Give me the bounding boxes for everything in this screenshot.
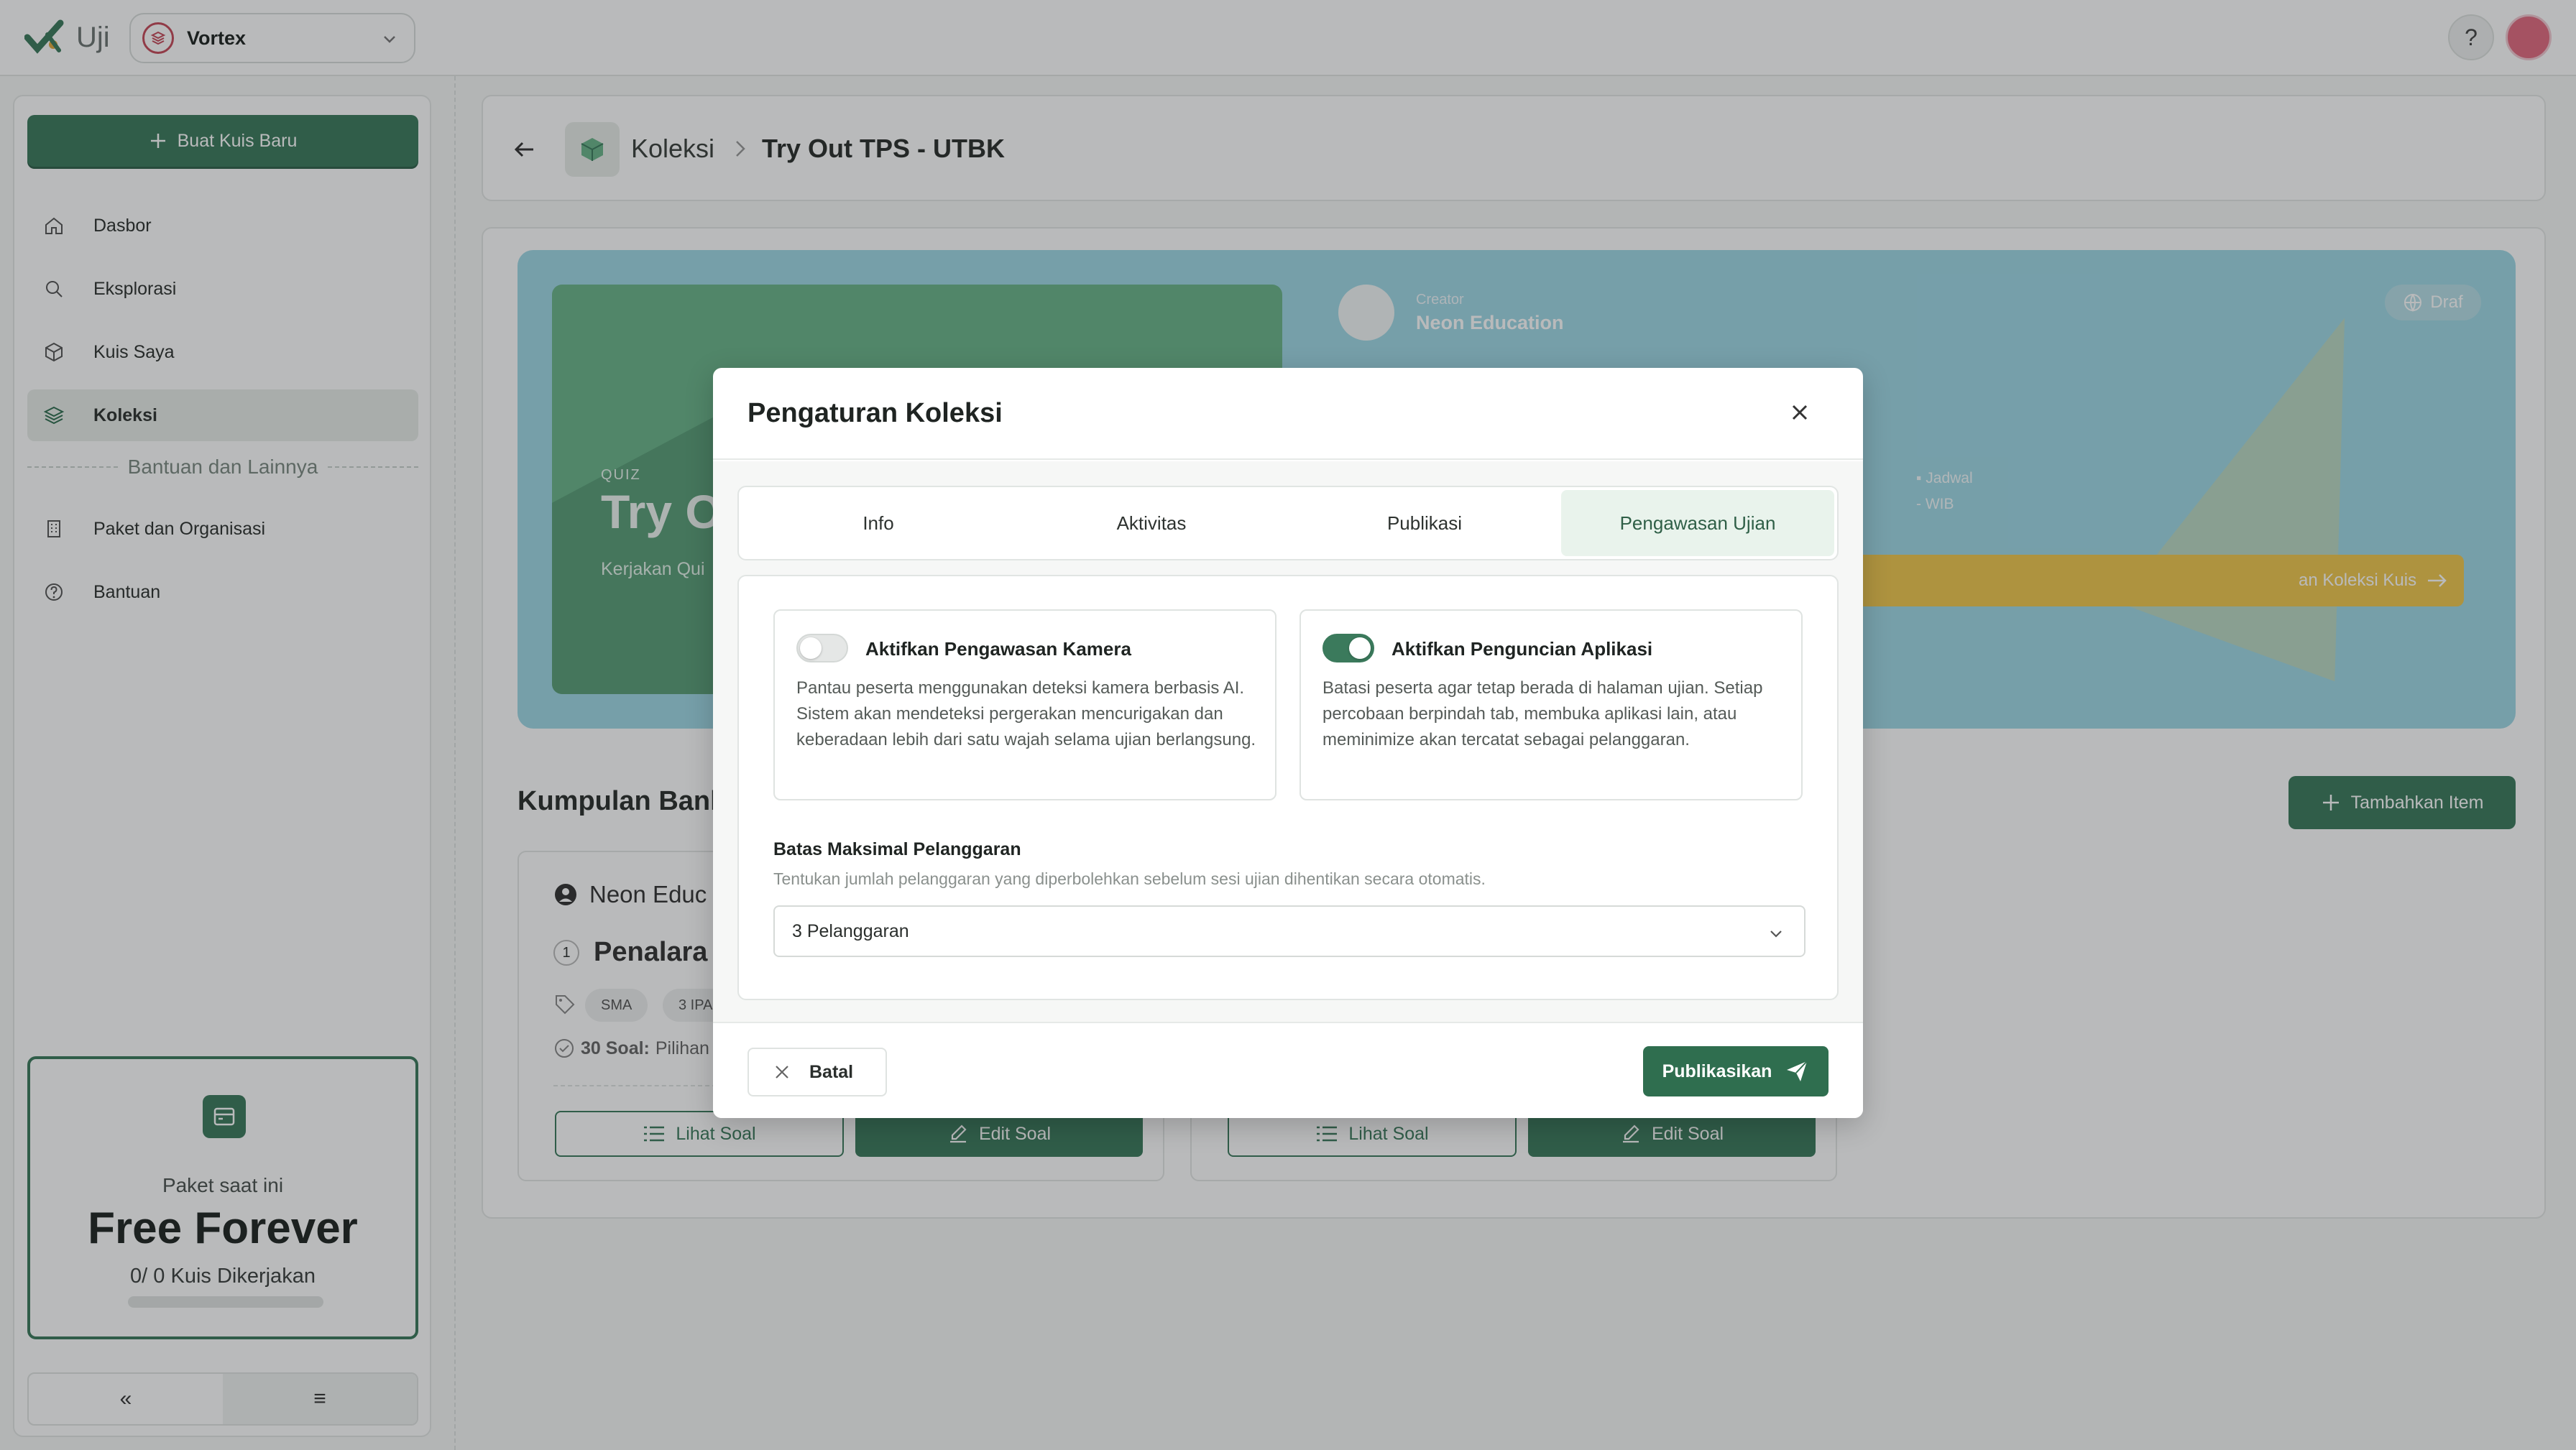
- violation-limit-value: 3 Pelanggaran: [792, 920, 909, 941]
- camera-monitoring-desc: Pantau peserta menggunakan deteksi kamer…: [796, 678, 1256, 749]
- publish-button[interactable]: Publikasikan: [1643, 1046, 1828, 1096]
- violation-limit-help: Tentukan jumlah pelanggaran yang diperbo…: [773, 869, 1486, 888]
- close-button[interactable]: [1784, 397, 1816, 428]
- proctoring-panel: Aktifkan Pengawasan Kamera Pantau pesert…: [737, 575, 1839, 1000]
- publish-label: Publikasikan: [1662, 1061, 1772, 1081]
- tab-aktivitas[interactable]: Aktivitas: [1015, 490, 1288, 556]
- camera-monitoring-title: Aktifkan Pengawasan Kamera: [865, 638, 1131, 660]
- modal-header: Pengaturan Koleksi: [713, 368, 1863, 460]
- tab-info[interactable]: Info: [742, 490, 1015, 556]
- camera-monitoring-option: Aktifkan Pengawasan Kamera Pantau pesert…: [773, 609, 1276, 800]
- camera-monitoring-toggle[interactable]: [796, 634, 848, 662]
- app-lock-desc: Batasi peserta agar tetap berada di hala…: [1322, 678, 1763, 749]
- modal-body: Info Aktivitas Publikasi Pengawasan Ujia…: [713, 461, 1863, 1022]
- tab-publikasi[interactable]: Publikasi: [1288, 490, 1561, 556]
- settings-tabs: Info Aktivitas Publikasi Pengawasan Ujia…: [737, 486, 1839, 560]
- close-icon: [1792, 405, 1808, 420]
- chevron-down-icon: [1770, 931, 1782, 938]
- modal-footer: Batal Publikasikan: [713, 1022, 1863, 1118]
- app-lock-option: Aktifkan Penguncian Aplikasi Batasi pese…: [1300, 609, 1803, 800]
- app-lock-toggle[interactable]: [1322, 634, 1374, 662]
- collection-settings-modal: Pengaturan Koleksi Info Aktivitas Publik…: [713, 368, 1863, 1118]
- modal-title: Pengaturan Koleksi: [748, 398, 1003, 428]
- cancel-label: Batal: [809, 1061, 854, 1082]
- close-icon: [776, 1066, 788, 1079]
- cancel-button[interactable]: Batal: [748, 1048, 887, 1096]
- app-lock-title: Aktifkan Penguncian Aplikasi: [1392, 638, 1653, 660]
- violation-limit-select[interactable]: 3 Pelanggaran: [773, 905, 1806, 957]
- tab-pengawasan-ujian[interactable]: Pengawasan Ujian: [1561, 490, 1834, 556]
- send-icon: [1787, 1061, 1808, 1081]
- violation-limit-label: Batas Maksimal Pelanggaran: [773, 839, 1021, 859]
